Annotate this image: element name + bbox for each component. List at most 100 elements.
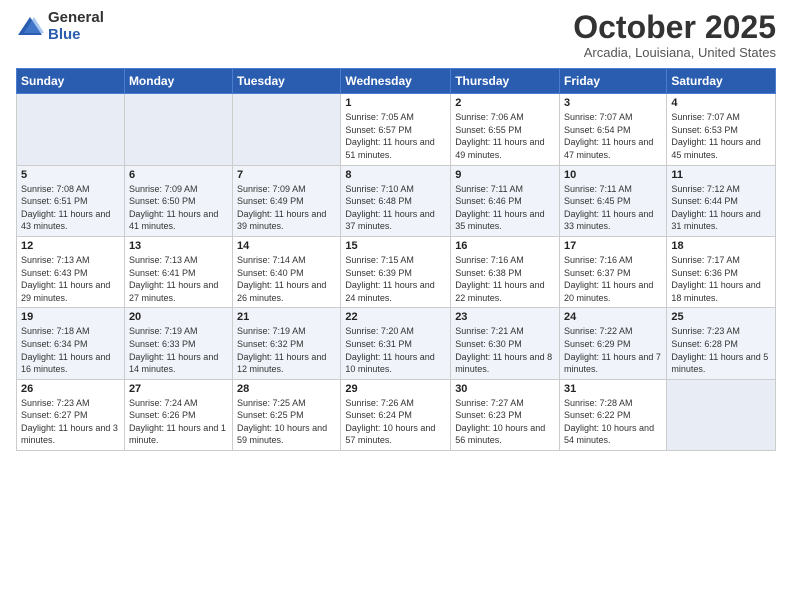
day-info: Sunrise: 7:08 AM Sunset: 6:51 PM Dayligh… <box>21 183 120 233</box>
day-number: 10 <box>564 169 662 181</box>
table-row: 27 Sunrise: 7:24 AM Sunset: 6:26 PM Dayli… <box>124 379 232 450</box>
table-row: 1 Sunrise: 7:05 AM Sunset: 6:57 PM Daylig… <box>341 94 451 165</box>
day-info: Sunrise: 7:23 AM Sunset: 6:28 PM Dayligh… <box>671 325 771 375</box>
month-title: October 2025 <box>573 10 776 45</box>
table-row: 31 Sunrise: 7:28 AM Sunset: 6:22 PM Dayli… <box>560 379 667 450</box>
day-info: Sunrise: 7:12 AM Sunset: 6:44 PM Dayligh… <box>671 183 771 233</box>
page-header: General Blue October 2025 Arcadia, Louis… <box>16 10 776 60</box>
day-info: Sunrise: 7:07 AM Sunset: 6:53 PM Dayligh… <box>671 111 771 161</box>
table-row: 5 Sunrise: 7:08 AM Sunset: 6:51 PM Daylig… <box>17 165 125 236</box>
day-info: Sunrise: 7:09 AM Sunset: 6:50 PM Dayligh… <box>129 183 228 233</box>
table-row: 28 Sunrise: 7:25 AM Sunset: 6:25 PM Dayli… <box>233 379 341 450</box>
day-number: 2 <box>455 97 555 109</box>
logo-general-text: General <box>48 10 104 27</box>
table-row: 12Sunrise: 7:13 AM Sunset: 6:43 PM Dayli… <box>17 236 125 307</box>
day-info: Sunrise: 7:20 AM Sunset: 6:31 PM Dayligh… <box>345 325 446 375</box>
table-row: 14 Sunrise: 7:14 AM Sunset: 6:40 PM Dayli… <box>233 236 341 307</box>
day-info: Sunrise: 7:16 AM Sunset: 6:38 PM Dayligh… <box>455 254 555 304</box>
calendar-week-1: 1 Sunrise: 7:05 AM Sunset: 6:57 PM Daylig… <box>17 94 776 165</box>
day-number: 18 <box>671 240 771 252</box>
day-number: 12 <box>21 240 120 252</box>
table-row: 3 Sunrise: 7:07 AM Sunset: 6:54 PM Daylig… <box>560 94 667 165</box>
day-number: 28 <box>237 383 336 395</box>
table-row: 22 Sunrise: 7:20 AM Sunset: 6:31 PM Dayli… <box>341 308 451 379</box>
calendar-header-row: Sunday Monday Tuesday Wednesday Thursday… <box>17 69 776 94</box>
col-monday: Monday <box>124 69 232 94</box>
table-row <box>233 94 341 165</box>
day-number: 5 <box>21 169 120 181</box>
col-wednesday: Wednesday <box>341 69 451 94</box>
day-number: 6 <box>129 169 228 181</box>
day-info: Sunrise: 7:11 AM Sunset: 6:46 PM Dayligh… <box>455 183 555 233</box>
day-info: Sunrise: 7:22 AM Sunset: 6:29 PM Dayligh… <box>564 325 662 375</box>
day-number: 15 <box>345 240 446 252</box>
day-info: Sunrise: 7:14 AM Sunset: 6:40 PM Dayligh… <box>237 254 336 304</box>
day-info: Sunrise: 7:24 AM Sunset: 6:26 PM Dayligh… <box>129 397 228 447</box>
day-number: 13 <box>129 240 228 252</box>
day-number: 26 <box>21 383 120 395</box>
calendar-week-2: 5 Sunrise: 7:08 AM Sunset: 6:51 PM Daylig… <box>17 165 776 236</box>
day-number: 4 <box>671 97 771 109</box>
day-number: 17 <box>564 240 662 252</box>
logo-blue-text: Blue <box>48 27 104 44</box>
day-number: 1 <box>345 97 446 109</box>
table-row: 19 Sunrise: 7:18 AM Sunset: 6:34 PM Dayli… <box>17 308 125 379</box>
table-row: 21 Sunrise: 7:19 AM Sunset: 6:32 PM Dayli… <box>233 308 341 379</box>
day-number: 23 <box>455 311 555 323</box>
day-number: 24 <box>564 311 662 323</box>
day-number: 22 <box>345 311 446 323</box>
table-row: 25 Sunrise: 7:23 AM Sunset: 6:28 PM Dayli… <box>667 308 776 379</box>
day-number: 9 <box>455 169 555 181</box>
day-info: Sunrise: 7:06 AM Sunset: 6:55 PM Dayligh… <box>455 111 555 161</box>
day-number: 14 <box>237 240 336 252</box>
day-info: Sunrise: 7:23 AM Sunset: 6:27 PM Dayligh… <box>21 397 120 447</box>
calendar-table: Sunday Monday Tuesday Wednesday Thursday… <box>16 68 776 451</box>
day-info: Sunrise: 7:26 AM Sunset: 6:24 PM Dayligh… <box>345 397 446 447</box>
day-info: Sunrise: 7:28 AM Sunset: 6:22 PM Dayligh… <box>564 397 662 447</box>
table-row: 11 Sunrise: 7:12 AM Sunset: 6:44 PM Dayli… <box>667 165 776 236</box>
day-number: 31 <box>564 383 662 395</box>
col-sunday: Sunday <box>17 69 125 94</box>
calendar-week-3: 12Sunrise: 7:13 AM Sunset: 6:43 PM Dayli… <box>17 236 776 307</box>
day-info: Sunrise: 7:07 AM Sunset: 6:54 PM Dayligh… <box>564 111 662 161</box>
day-number: 20 <box>129 311 228 323</box>
table-row: 16Sunrise: 7:16 AM Sunset: 6:38 PM Dayli… <box>451 236 560 307</box>
table-row: 7Sunrise: 7:09 AM Sunset: 6:49 PM Daylig… <box>233 165 341 236</box>
table-row: 6 Sunrise: 7:09 AM Sunset: 6:50 PM Daylig… <box>124 165 232 236</box>
table-row <box>17 94 125 165</box>
day-info: Sunrise: 7:16 AM Sunset: 6:37 PM Dayligh… <box>564 254 662 304</box>
day-info: Sunrise: 7:05 AM Sunset: 6:57 PM Dayligh… <box>345 111 446 161</box>
table-row: 24 Sunrise: 7:22 AM Sunset: 6:29 PM Dayli… <box>560 308 667 379</box>
table-row: 30Sunrise: 7:27 AM Sunset: 6:23 PM Dayli… <box>451 379 560 450</box>
logo-icon <box>16 13 44 41</box>
day-number: 11 <box>671 169 771 181</box>
logo-text: General Blue <box>48 10 104 43</box>
day-number: 25 <box>671 311 771 323</box>
table-row: 18 Sunrise: 7:17 AM Sunset: 6:36 PM Dayli… <box>667 236 776 307</box>
table-row <box>667 379 776 450</box>
day-number: 27 <box>129 383 228 395</box>
calendar-week-4: 19 Sunrise: 7:18 AM Sunset: 6:34 PM Dayli… <box>17 308 776 379</box>
col-saturday: Saturday <box>667 69 776 94</box>
day-number: 21 <box>237 311 336 323</box>
day-info: Sunrise: 7:09 AM Sunset: 6:49 PM Dayligh… <box>237 183 336 233</box>
col-friday: Friday <box>560 69 667 94</box>
day-info: Sunrise: 7:19 AM Sunset: 6:32 PM Dayligh… <box>237 325 336 375</box>
day-number: 3 <box>564 97 662 109</box>
day-info: Sunrise: 7:19 AM Sunset: 6:33 PM Dayligh… <box>129 325 228 375</box>
day-info: Sunrise: 7:25 AM Sunset: 6:25 PM Dayligh… <box>237 397 336 447</box>
table-row: 2 Sunrise: 7:06 AM Sunset: 6:55 PM Daylig… <box>451 94 560 165</box>
day-info: Sunrise: 7:17 AM Sunset: 6:36 PM Dayligh… <box>671 254 771 304</box>
logo: General Blue <box>16 10 104 43</box>
day-info: Sunrise: 7:15 AM Sunset: 6:39 PM Dayligh… <box>345 254 446 304</box>
day-number: 30 <box>455 383 555 395</box>
day-info: Sunrise: 7:18 AM Sunset: 6:34 PM Dayligh… <box>21 325 120 375</box>
day-info: Sunrise: 7:21 AM Sunset: 6:30 PM Dayligh… <box>455 325 555 375</box>
day-info: Sunrise: 7:13 AM Sunset: 6:41 PM Dayligh… <box>129 254 228 304</box>
table-row: 26 Sunrise: 7:23 AM Sunset: 6:27 PM Dayli… <box>17 379 125 450</box>
table-row: 13 Sunrise: 7:13 AM Sunset: 6:41 PM Dayli… <box>124 236 232 307</box>
col-tuesday: Tuesday <box>233 69 341 94</box>
title-block: October 2025 Arcadia, Louisiana, United … <box>573 10 776 60</box>
day-number: 19 <box>21 311 120 323</box>
day-number: 8 <box>345 169 446 181</box>
